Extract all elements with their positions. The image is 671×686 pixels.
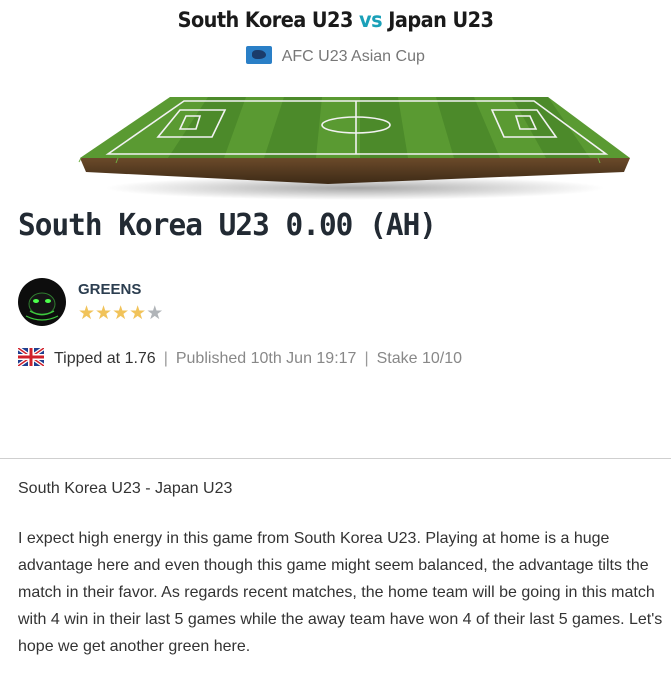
vs-label: vs bbox=[359, 8, 383, 32]
article-body: I expect high energy in this game from S… bbox=[18, 530, 663, 655]
article-match-line: South Korea U23 - Japan U23 bbox=[18, 480, 233, 497]
tipster-name[interactable]: GREENS bbox=[78, 281, 141, 298]
competition-line[interactable]: AFC U23 Asian Cup bbox=[0, 46, 671, 66]
match-title: South Korea U23 vs Japan U23 bbox=[27, 8, 644, 32]
tipster-rating: ★★★★★ bbox=[78, 302, 163, 324]
home-team[interactable]: South Korea U23 bbox=[178, 8, 354, 32]
asia-flag-icon bbox=[246, 46, 273, 64]
published-time: Published 10th Jun 19:17 bbox=[175, 350, 357, 367]
away-team[interactable]: Japan U23 bbox=[388, 8, 494, 32]
separator: | bbox=[364, 350, 369, 367]
divider bbox=[0, 458, 671, 459]
star-icon: ★ bbox=[112, 302, 130, 324]
star-icon: ★ bbox=[95, 302, 113, 324]
tip-title: South Korea U23 0.00 (AH) bbox=[18, 208, 437, 243]
football-pitch-image bbox=[78, 92, 632, 204]
competition-name: AFC U23 Asian Cup bbox=[281, 48, 425, 65]
tip-analysis: South Korea U23 - Japan U23 I expect hig… bbox=[18, 480, 671, 660]
star-icon: ★ bbox=[146, 302, 164, 324]
star-icon: ★ bbox=[129, 302, 147, 324]
star-icon: ★ bbox=[78, 302, 96, 324]
tipped-odds: Tipped at 1.76 bbox=[54, 350, 156, 367]
stake: Stake 10/10 bbox=[376, 350, 463, 367]
uk-flag-icon bbox=[18, 348, 44, 366]
avatar[interactable] bbox=[18, 278, 66, 326]
tip-meta: Tipped at 1.76 | Published 10th Jun 19:17 |… bbox=[18, 348, 462, 368]
separator: | bbox=[163, 350, 168, 367]
